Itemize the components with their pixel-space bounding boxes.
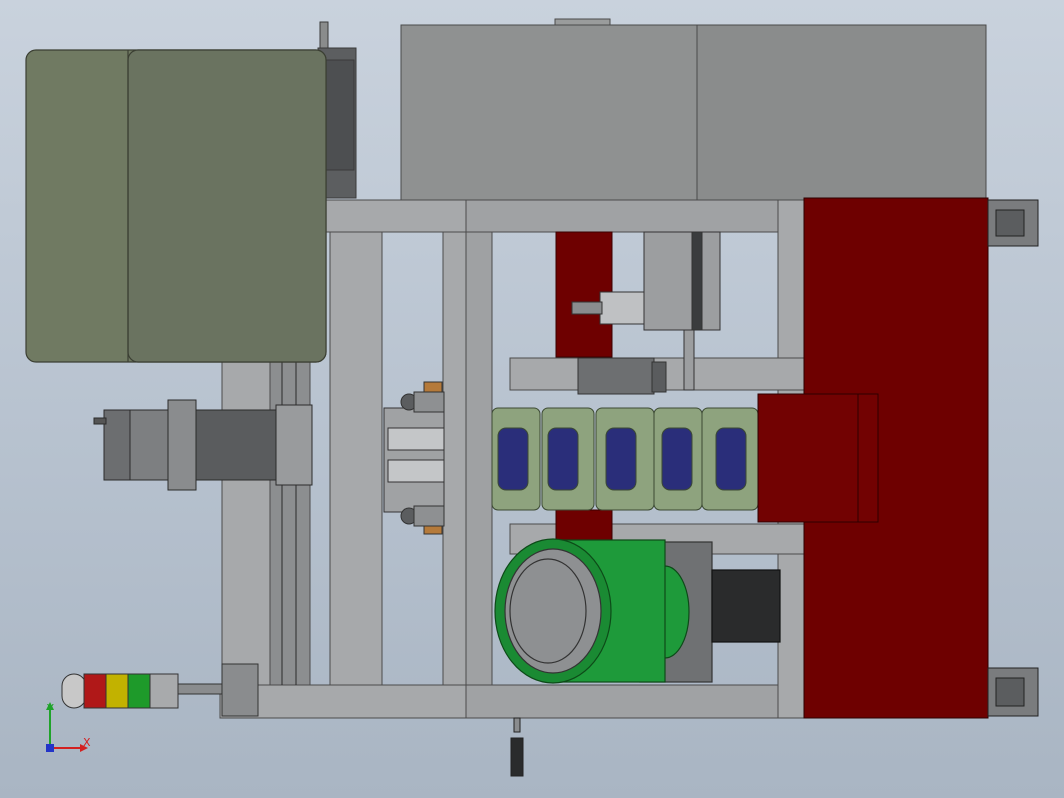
red-guide-strip-lower xyxy=(555,509,613,541)
top-housing xyxy=(400,18,987,201)
right-clamp-top xyxy=(987,199,1039,247)
coordinate-triad: Y X xyxy=(46,702,91,752)
servo-motor xyxy=(93,399,313,491)
right-clamp-bottom xyxy=(987,667,1039,717)
roller-row xyxy=(491,407,759,511)
pusher-cylinder xyxy=(383,381,445,535)
green-drum xyxy=(494,538,781,684)
electrical-cabinet xyxy=(25,49,327,363)
cad-viewport[interactable]: Y X xyxy=(0,0,1064,798)
machine-assembly-drawing xyxy=(25,18,1039,777)
y-axis-label: Y xyxy=(46,702,54,715)
x-axis-label: X xyxy=(83,736,91,749)
z-axis-marker xyxy=(46,744,54,752)
bottom-connector xyxy=(510,717,524,777)
